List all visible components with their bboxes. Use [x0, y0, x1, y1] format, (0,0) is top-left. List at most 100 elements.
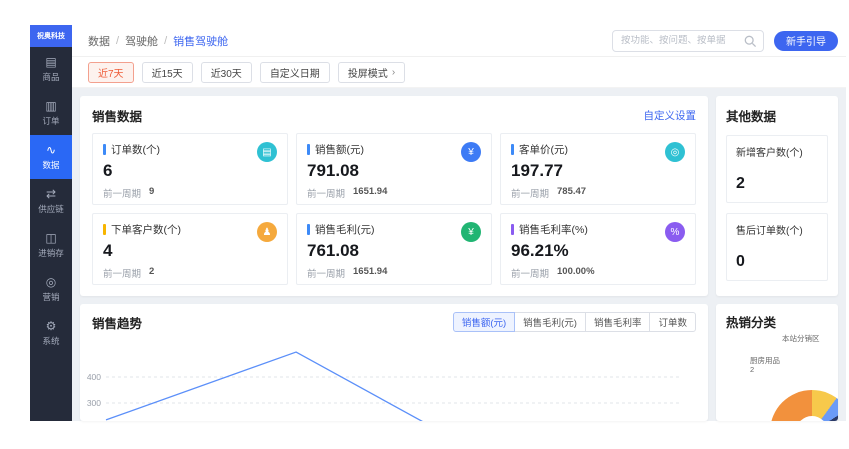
prev-period-value: 2 — [149, 266, 155, 277]
prev-period-value: 100.00% — [557, 266, 595, 277]
date-filter-bar: 近7天 近15天 近30天 自定义日期 投屏模式 › — [72, 57, 846, 88]
marketing-icon: ◎ — [45, 274, 57, 289]
stat-card-aftersale-orders: 售后订单数(个) 0 — [726, 213, 828, 281]
sidebar-item-goods[interactable]: ▤ 商品 — [30, 47, 72, 91]
breadcrumb-separator: / — [116, 34, 120, 47]
stat-card-customer-count: 下单客户数(个) ♟ 4 前一周期 2 — [92, 213, 288, 285]
svg-text:400: 400 — [87, 372, 101, 382]
brand-logo: 祝奥科技 — [30, 25, 72, 47]
breadcrumb-item[interactable]: 驾驶舱 — [125, 33, 158, 49]
beginner-guide-button[interactable]: 新手引导 — [774, 30, 838, 51]
hot-categories-pie-chart — [770, 390, 838, 421]
sales-trend-title: 销售趋势 — [92, 316, 143, 331]
system-gear-icon: ⚙ — [45, 318, 57, 333]
filter-tab-15days[interactable]: 近15天 — [141, 61, 193, 83]
cast-mode-button[interactable]: 投屏模式 › — [337, 61, 406, 83]
sidebar-item-label: 订单 — [42, 115, 60, 126]
breadcrumb-separator: / — [164, 34, 168, 47]
sidebar-item-data[interactable]: ∿ 数据 — [30, 135, 72, 179]
stat-title: 订单数(个) — [111, 144, 160, 156]
breadcrumb: 数据 / 驾驶舱 / 销售驾驶舱 — [88, 33, 228, 49]
search-input[interactable] — [621, 35, 741, 46]
stat-grid: 订单数(个) ▤ 6 前一周期 9 销售额(元) ¥ 791.08 前一周期 1… — [92, 133, 696, 285]
data-chart-icon: ∿ — [45, 142, 57, 157]
sidebar-item-label: 系统 — [42, 335, 60, 346]
stat-card-gross-profit: 销售毛利(元) ¥ 761.08 前一周期 1651.94 — [296, 213, 492, 285]
sidebar-item-label: 供应链 — [38, 203, 64, 214]
prev-period-value: 9 — [149, 186, 155, 197]
stat-title: 销售毛利(元) — [315, 224, 375, 236]
stat-value: 6 — [103, 161, 113, 180]
stat-card-order-count: 订单数(个) ▤ 6 前一周期 9 — [92, 133, 288, 205]
sidebar: 祝奥科技 ▤ 商品 ▥ 订单 ∿ 数据 ⇄ 供应链 ◫ 进销存 ◎ 营销 ⚙ 系… — [30, 25, 72, 421]
trend-tab-profit-rate[interactable]: 销售毛利率 — [584, 312, 651, 332]
goods-icon: ▤ — [45, 54, 57, 69]
search-box — [612, 29, 764, 52]
stat-value: 197.77 — [511, 161, 563, 180]
search-icon[interactable] — [744, 35, 757, 48]
prev-period-label: 前一周期 — [511, 269, 550, 280]
top-bar: 数据 / 驾驶舱 / 销售驾驶舱 新手引导 — [72, 25, 846, 57]
gross-profit-icon: ¥ — [461, 222, 481, 242]
stat-title: 售后订单数(个) — [736, 226, 803, 237]
other-data-title: 其他数据 — [726, 110, 777, 124]
stat-accent-bar — [511, 224, 514, 235]
svg-text:300: 300 — [87, 398, 101, 408]
sales-data-card: 销售数据 自定义设置 订单数(个) ▤ 6 前一周期 9 销售额(元) ¥ 79… — [80, 96, 708, 296]
customer-count-icon: ♟ — [257, 222, 277, 242]
stat-value: 761.08 — [307, 241, 359, 260]
cast-mode-label: 投屏模式 — [347, 68, 388, 80]
pie-callout: 厨房用品 2 — [750, 356, 780, 375]
pie-callout: 本站分销区 — [782, 334, 820, 343]
stat-value: 2 — [736, 175, 745, 192]
sidebar-item-supply-chain[interactable]: ⇄ 供应链 — [30, 179, 72, 223]
trend-metric-toggle: 销售额(元) 销售毛利(元) 销售毛利率 订单数 — [452, 312, 696, 332]
breadcrumb-current: 销售驾驶舱 — [173, 35, 229, 48]
stat-value: 791.08 — [307, 161, 359, 180]
main-content: 销售数据 自定义设置 订单数(个) ▤ 6 前一周期 9 销售额(元) ¥ 79… — [72, 88, 846, 421]
sidebar-item-label: 数据 — [42, 159, 60, 170]
stat-card-avg-price: 客单价(元) ◎ 197.77 前一周期 785.47 — [500, 133, 696, 205]
sidebar-item-marketing[interactable]: ◎ 营销 — [30, 267, 72, 311]
trend-tab-gross-profit[interactable]: 销售毛利(元) — [514, 312, 586, 332]
chevron-right-icon: › — [391, 66, 396, 78]
sales-trend-card: 销售趋势 销售额(元) 销售毛利(元) 销售毛利率 订单数 400 300 — [80, 304, 708, 421]
stat-card-sales-amount: 销售额(元) ¥ 791.08 前一周期 1651.94 — [296, 133, 492, 205]
stat-card-new-customers: 新增客户数(个) 2 — [726, 135, 828, 203]
sidebar-item-orders[interactable]: ▥ 订单 — [30, 91, 72, 135]
prev-period-label: 前一周期 — [307, 269, 346, 280]
sales-amount-icon: ¥ — [461, 142, 481, 162]
trend-tab-order-count[interactable]: 订单数 — [649, 312, 696, 332]
sidebar-item-label: 商品 — [42, 71, 60, 82]
breadcrumb-item[interactable]: 数据 — [88, 33, 110, 49]
sidebar-item-label: 营销 — [42, 291, 60, 302]
stat-accent-bar — [103, 224, 106, 235]
trend-tab-sales-amount[interactable]: 销售额(元) — [452, 312, 516, 332]
page: 祝奥科技 ▤ 商品 ▥ 订单 ∿ 数据 ⇄ 供应链 ◫ 进销存 ◎ 营销 ⚙ 系… — [0, 0, 849, 449]
stat-title: 客单价(元) — [519, 144, 568, 156]
custom-settings-link[interactable]: 自定义设置 — [644, 108, 697, 123]
profit-rate-icon: % — [665, 222, 685, 242]
filter-tab-30days[interactable]: 近30天 — [200, 61, 252, 83]
stat-accent-bar — [307, 144, 310, 155]
prev-period-label: 前一周期 — [103, 269, 142, 280]
hot-categories-card: 热销分类 本站分销区 厨房用品 2 — [716, 304, 838, 421]
stat-value: 0 — [736, 253, 745, 270]
stat-accent-bar — [511, 144, 514, 155]
sidebar-item-system[interactable]: ⚙ 系统 — [30, 311, 72, 355]
filter-tab-custom-date[interactable]: 自定义日期 — [259, 61, 330, 83]
prev-period-label: 前一周期 — [307, 189, 346, 200]
stat-value: 4 — [103, 241, 113, 260]
stat-title: 销售额(元) — [315, 144, 364, 156]
sidebar-item-inventory[interactable]: ◫ 进销存 — [30, 223, 72, 267]
prev-period-value: 785.47 — [557, 186, 587, 197]
stat-accent-bar — [307, 224, 310, 235]
filter-tab-7days[interactable]: 近7天 — [88, 61, 134, 83]
supply-chain-icon: ⇄ — [45, 186, 57, 201]
stat-title: 新增客户数(个) — [736, 148, 803, 159]
prev-period-label: 前一周期 — [511, 189, 550, 200]
avg-price-icon: ◎ — [665, 142, 685, 162]
prev-period-value: 1651.94 — [353, 266, 388, 277]
prev-period-value: 1651.94 — [353, 186, 388, 197]
inventory-icon: ◫ — [45, 230, 57, 245]
